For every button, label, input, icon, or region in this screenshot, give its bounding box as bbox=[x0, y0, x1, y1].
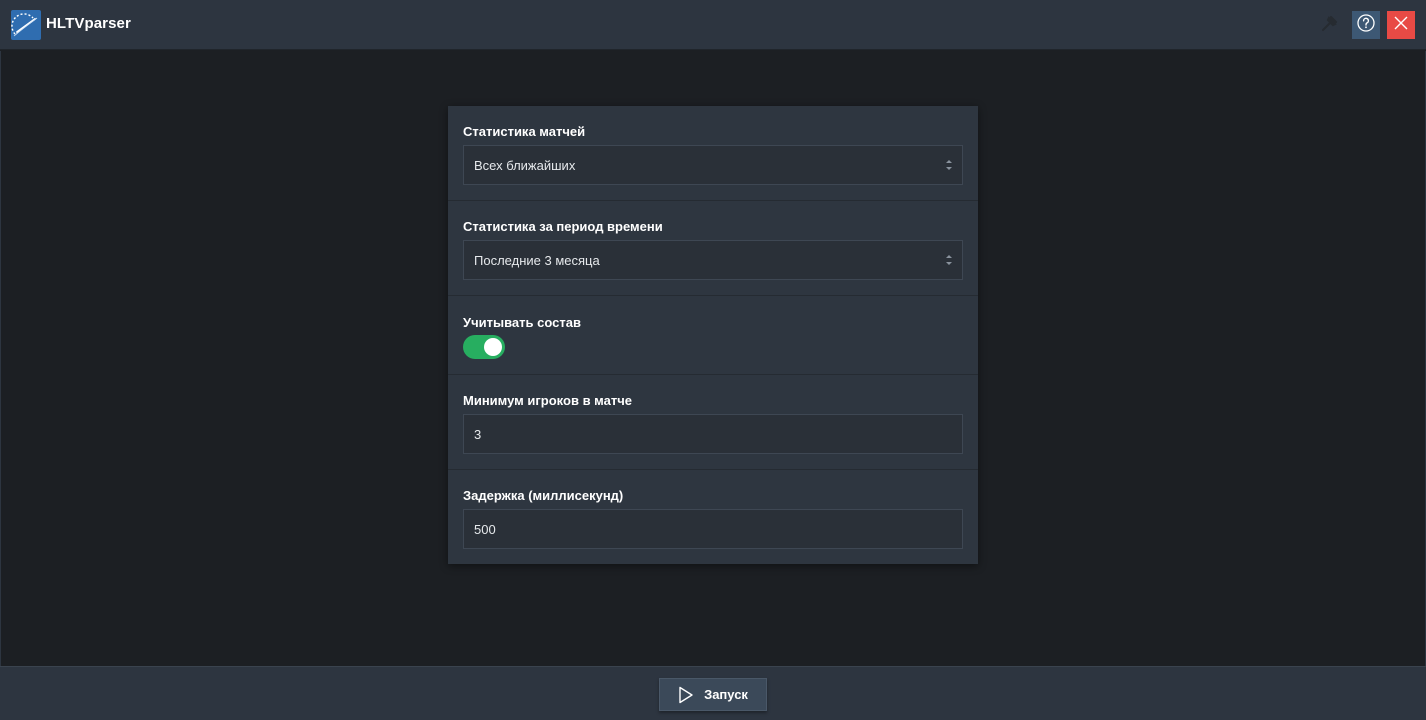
play-icon bbox=[678, 686, 694, 704]
settings-panel: Статистика матчей Всех ближайших Статист… bbox=[448, 106, 978, 564]
match-stats-value: Всех ближайших bbox=[474, 157, 576, 173]
consider-roster-label: Учитывать состав bbox=[463, 315, 581, 330]
period-stats-field: Статистика за период времени Последние 3… bbox=[448, 201, 978, 296]
delay-field: Задержка (миллисекунд) 500 bbox=[448, 470, 978, 564]
delay-input[interactable]: 500 bbox=[463, 509, 963, 549]
run-button[interactable]: Запуск bbox=[659, 678, 767, 711]
title-bar: HLTVparser bbox=[0, 0, 1426, 50]
period-stats-select[interactable]: Последние 3 месяца bbox=[463, 240, 963, 280]
consider-roster-field: Учитывать состав bbox=[448, 296, 978, 375]
min-players-input[interactable]: 3 bbox=[463, 414, 963, 454]
match-stats-label: Статистика матчей bbox=[463, 124, 586, 139]
consider-roster-toggle[interactable] bbox=[463, 335, 505, 359]
select-arrows-icon bbox=[945, 158, 953, 172]
speedometer-logo-icon bbox=[11, 10, 41, 40]
match-stats-select[interactable]: Всех ближайших bbox=[463, 145, 963, 185]
close-button[interactable] bbox=[1387, 11, 1415, 39]
run-button-label: Запуск bbox=[704, 687, 748, 702]
help-button[interactable] bbox=[1352, 11, 1380, 39]
close-icon bbox=[1393, 15, 1409, 36]
help-icon bbox=[1356, 13, 1376, 38]
app-title: HLTVparser bbox=[46, 15, 131, 32]
delay-label: Задержка (миллисекунд) bbox=[463, 488, 624, 503]
match-stats-field: Статистика матчей Всех ближайших bbox=[448, 106, 978, 201]
toggle-knob bbox=[484, 338, 502, 356]
footer-bar: Запуск bbox=[0, 666, 1426, 720]
delay-value: 500 bbox=[474, 521, 496, 537]
period-stats-value: Последние 3 месяца bbox=[474, 252, 600, 268]
min-players-label: Минимум игроков в матче bbox=[463, 393, 632, 408]
pin-button[interactable] bbox=[1316, 11, 1344, 39]
select-arrows-icon bbox=[945, 253, 953, 267]
pin-icon bbox=[1320, 13, 1340, 38]
min-players-value: 3 bbox=[474, 426, 482, 442]
period-stats-label: Статистика за период времени bbox=[463, 219, 663, 234]
min-players-field: Минимум игроков в матче 3 bbox=[448, 375, 978, 470]
